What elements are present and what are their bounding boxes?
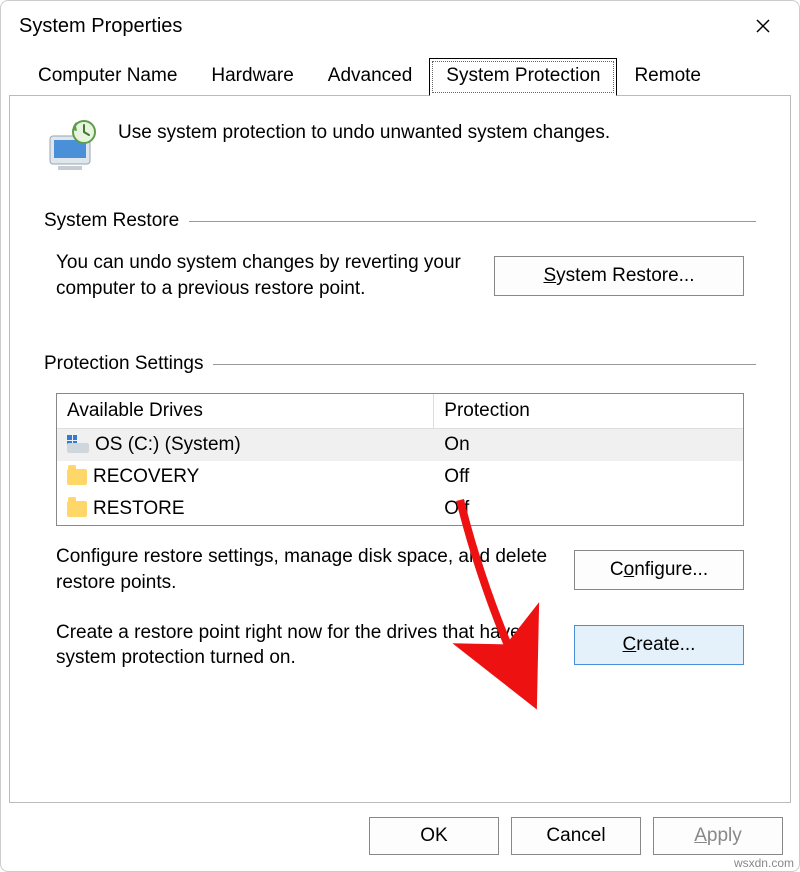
- system-restore-row: You can undo system changes by reverting…: [44, 250, 756, 331]
- tabstrip: Computer Name Hardware Advanced System P…: [9, 47, 791, 96]
- divider: [213, 364, 756, 365]
- drives-table[interactable]: Available Drives Protection OS (C:) (Sys…: [56, 393, 744, 526]
- dialog-footer: OK Cancel Apply: [1, 803, 799, 871]
- tab-remote[interactable]: Remote: [617, 58, 718, 96]
- col-available-drives[interactable]: Available Drives: [57, 394, 434, 428]
- system-restore-icon: [44, 118, 100, 174]
- drive-protection: Off: [434, 496, 743, 522]
- configure-row: Configure restore settings, manage disk …: [44, 544, 756, 595]
- tab-advanced[interactable]: Advanced: [311, 58, 430, 96]
- folder-icon: [67, 501, 87, 517]
- folder-icon: [67, 469, 87, 485]
- group-protection-settings: Protection Settings: [44, 353, 756, 375]
- system-restore-button-rest: ystem Restore...: [556, 265, 694, 286]
- ok-button[interactable]: OK: [369, 817, 499, 855]
- intro-text: Use system protection to undo unwanted s…: [118, 118, 610, 144]
- group-protection-settings-label: Protection Settings: [44, 353, 203, 375]
- watermark: wsxdn.com: [734, 856, 794, 870]
- group-system-restore: System Restore: [44, 210, 756, 232]
- titlebar: System Properties: [1, 1, 799, 47]
- system-restore-button[interactable]: System Restore...: [494, 256, 744, 296]
- tab-system-protection[interactable]: System Protection: [429, 58, 617, 96]
- drives-header: Available Drives Protection: [57, 394, 743, 429]
- drive-name: RECOVERY: [93, 466, 199, 488]
- cancel-button[interactable]: Cancel: [511, 817, 641, 855]
- tab-hardware[interactable]: Hardware: [194, 58, 310, 96]
- create-desc: Create a restore point right now for the…: [56, 620, 558, 671]
- drive-row-recovery[interactable]: RECOVERY Off: [57, 461, 743, 493]
- apply-button[interactable]: Apply: [653, 817, 783, 855]
- drive-row-os[interactable]: OS (C:) (System) On: [57, 429, 743, 461]
- tab-content: Use system protection to undo unwanted s…: [9, 96, 791, 803]
- window-title: System Properties: [19, 15, 182, 38]
- divider: [189, 221, 756, 222]
- close-icon: [756, 19, 770, 33]
- configure-desc: Configure restore settings, manage disk …: [56, 544, 558, 595]
- drive-protection: Off: [434, 464, 743, 490]
- drive-protection: On: [434, 432, 743, 458]
- system-drive-icon: [67, 437, 89, 453]
- tab-computer-name[interactable]: Computer Name: [21, 58, 194, 96]
- close-button[interactable]: [743, 10, 783, 42]
- configure-button[interactable]: Configure...: [574, 550, 744, 590]
- intro-row: Use system protection to undo unwanted s…: [44, 118, 756, 174]
- system-properties-window: System Properties Computer Name Hardware…: [0, 0, 800, 872]
- group-system-restore-label: System Restore: [44, 210, 179, 232]
- create-row: Create a restore point right now for the…: [44, 610, 756, 671]
- drive-row-restore[interactable]: RESTORE Off: [57, 493, 743, 525]
- drive-name: RESTORE: [93, 498, 185, 520]
- col-protection[interactable]: Protection: [434, 394, 743, 428]
- drive-name: OS (C:) (System): [95, 434, 241, 456]
- system-restore-desc: You can undo system changes by reverting…: [56, 250, 478, 301]
- create-button[interactable]: Create...: [574, 625, 744, 665]
